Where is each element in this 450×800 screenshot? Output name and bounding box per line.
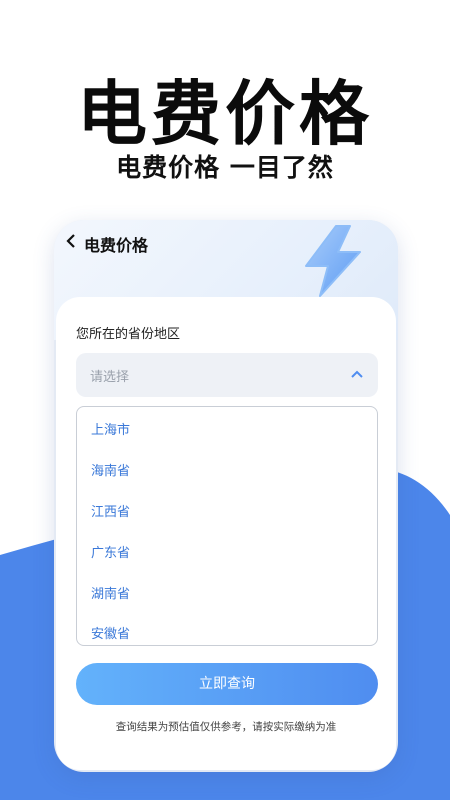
query-button[interactable]: 立即查询 bbox=[76, 663, 378, 705]
chevron-up-icon[interactable] bbox=[350, 367, 364, 381]
dropdown-option[interactable]: 广东省 bbox=[91, 542, 130, 561]
page-title: 电费价格 bbox=[84, 236, 149, 255]
dropdown-option[interactable]: 江西省 bbox=[91, 501, 130, 520]
dropdown-option[interactable]: 湖南省 bbox=[91, 583, 130, 602]
disclaimer-text: 查询结果为预估值仅供参考，请按实际缴纳为准 bbox=[115, 721, 337, 733]
lightning-icon bbox=[305, 225, 361, 297]
hero-subtitle: 电费价格 一目了然 bbox=[116, 153, 334, 182]
province-select[interactable]: 请选择 bbox=[76, 353, 378, 397]
select-placeholder: 请选择 bbox=[90, 370, 130, 385]
dropdown-option[interactable]: 上海市 bbox=[91, 419, 130, 438]
dropdown-option[interactable]: 海南省 bbox=[91, 460, 130, 479]
dropdown-option[interactable]: 安徽省 bbox=[91, 623, 130, 642]
phone-mockup: 电费价格 您所在的省份地区 请选择 上海市 海南省 江西省 广东省 湖南省 安徽… bbox=[54, 220, 398, 772]
region-label: 您所在的省份地区 bbox=[76, 327, 181, 342]
province-dropdown-list[interactable]: 上海市 海南省 江西省 广东省 湖南省 安徽省 bbox=[76, 406, 378, 646]
query-card: 您所在的省份地区 请选择 上海市 海南省 江西省 广东省 湖南省 安徽省 立即查… bbox=[56, 297, 396, 770]
hero-title: 电费价格 bbox=[77, 73, 373, 155]
chevron-left-icon[interactable] bbox=[66, 234, 78, 248]
